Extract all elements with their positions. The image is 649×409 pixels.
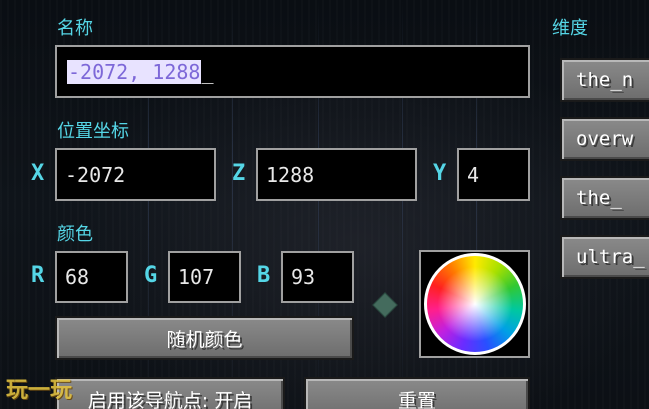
name-input-selected-text: -2072, 1288 <box>67 59 202 84</box>
g-channel-label: G <box>144 263 158 288</box>
x-coordinate-input[interactable]: -2072 <box>55 148 216 201</box>
z-axis-label: Z <box>232 161 246 186</box>
green-value-input[interactable]: 107 <box>168 251 241 303</box>
color-wheel-picker[interactable] <box>419 250 530 358</box>
y-axis-label: Y <box>433 161 447 186</box>
dimension-label: 维度 <box>552 18 588 39</box>
color-label: 颜色 <box>57 224 93 245</box>
waypoint-editor-screen: 名称 -2072, 1288 _ 位置坐标 X -2072 Z 1288 Y 4 … <box>0 0 649 409</box>
red-value-input[interactable]: 68 <box>55 251 128 303</box>
reset-button[interactable]: 重置 <box>304 377 530 409</box>
b-channel-label: B <box>257 263 271 288</box>
color-preview-diamond-icon <box>372 292 398 318</box>
random-color-button[interactable]: 随机颜色 <box>55 316 354 360</box>
dimension-button-the-end[interactable]: the_ <box>560 176 649 220</box>
enable-waypoint-toggle-button[interactable]: 启用该导航点: 开启 <box>55 377 285 409</box>
dimension-button-ultra[interactable]: ultra_ <box>560 235 649 279</box>
dimension-button-overworld[interactable]: overw <box>560 117 649 161</box>
r-channel-label: R <box>31 263 45 288</box>
z-coordinate-input[interactable]: 1288 <box>256 148 417 201</box>
x-axis-label: X <box>31 161 45 186</box>
color-wheel-icon[interactable] <box>423 253 526 355</box>
name-label: 名称 <box>57 18 93 39</box>
dimension-button-the-nether[interactable]: the_n <box>560 58 649 102</box>
site-watermark-logo: 玩一玩 <box>6 378 73 403</box>
position-label: 位置坐标 <box>57 121 129 142</box>
text-cursor: _ <box>201 59 214 84</box>
y-coordinate-input[interactable]: 4 <box>457 148 530 201</box>
blue-value-input[interactable]: 93 <box>281 251 354 303</box>
name-input[interactable]: -2072, 1288 _ <box>55 45 530 98</box>
